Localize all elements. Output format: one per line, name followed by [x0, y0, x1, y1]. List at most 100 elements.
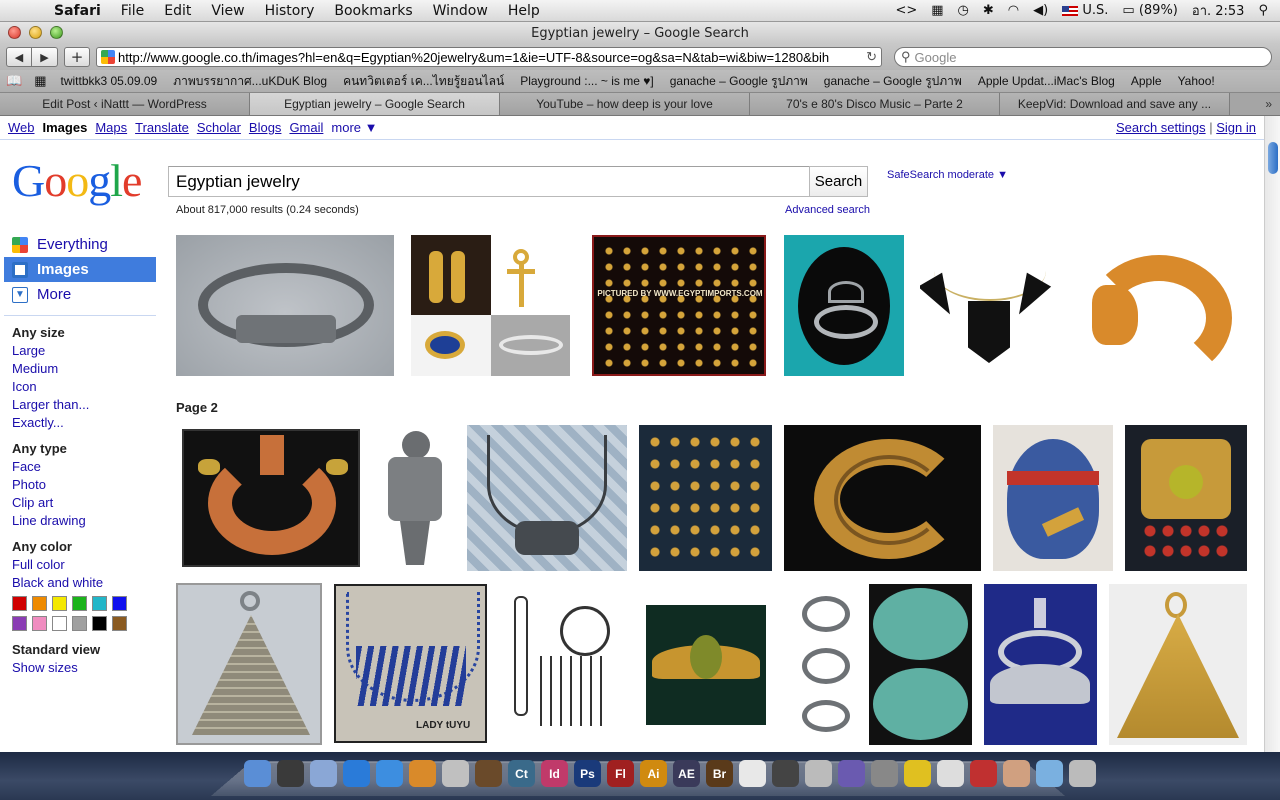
- script-menu-icon[interactable]: <>: [895, 3, 917, 18]
- gbar-blogs-link[interactable]: Blogs: [249, 120, 282, 135]
- menu-app-name[interactable]: Safari: [44, 3, 111, 19]
- textedit-icon[interactable]: [739, 760, 766, 787]
- hieroglyph-alphabet-charms-thumbnail[interactable]: PICTURED BY WWW.EGYPTIMPORTS.COM: [592, 235, 766, 376]
- eye-of-horus-rings-thumbnail[interactable]: [794, 586, 859, 742]
- ankh-charms-display-thumbnail[interactable]: [639, 425, 772, 571]
- show-sizes-link[interactable]: Show sizes: [12, 659, 156, 677]
- tab-wordpress[interactable]: Edit Post ‹ iNattt — WordPress: [0, 93, 250, 115]
- silver-chain-necklace-thumbnail[interactable]: [467, 425, 627, 571]
- color-swatch[interactable]: [92, 596, 107, 611]
- after-effects-icon[interactable]: AE: [673, 760, 700, 787]
- mail-icon[interactable]: [871, 760, 898, 787]
- gold-cartouche-ankh-collage-thumbnail[interactable]: [411, 235, 570, 376]
- indesign-icon[interactable]: Id: [541, 760, 568, 787]
- color-swatch[interactable]: [112, 596, 127, 611]
- gold-winged-scarab-thumbnail[interactable]: [646, 605, 766, 725]
- pencil-icon[interactable]: [1003, 760, 1030, 787]
- color-swatch[interactable]: [92, 616, 107, 631]
- flash-icon[interactable]: Fl: [607, 760, 634, 787]
- bookmark-item[interactable]: ganache – Google รูปภาพ: [816, 72, 970, 91]
- bookmark-item[interactable]: ภาพบรรยากาศ...uKDuK Blog: [165, 72, 335, 91]
- illustrator-icon[interactable]: Ai: [640, 760, 667, 787]
- photoshop-icon[interactable]: Ps: [574, 760, 601, 787]
- bookmark-item[interactable]: twittbkk3 05.09.09: [52, 74, 165, 88]
- bookmark-item[interactable]: Apple Updat...iMac's Blog: [970, 74, 1123, 88]
- time-machine-icon[interactable]: ◷: [958, 3, 969, 18]
- search-button[interactable]: Search: [809, 166, 868, 197]
- finder-icon[interactable]: [244, 760, 271, 787]
- color-swatch[interactable]: [32, 596, 47, 611]
- bookmark-item[interactable]: Playground :... ~ is me ♥]: [512, 74, 662, 88]
- advanced-search-link[interactable]: Advanced search: [785, 204, 870, 216]
- page-scrollbar[interactable]: [1264, 116, 1280, 752]
- trash-icon[interactable]: [1069, 760, 1096, 787]
- filter-color-bw[interactable]: Black and white: [12, 574, 156, 592]
- paint-icon[interactable]: [838, 760, 865, 787]
- gbar-gmail-link[interactable]: Gmail: [289, 120, 323, 135]
- turquoise-scarabs-thumbnail[interactable]: [869, 584, 972, 745]
- safesearch-dropdown[interactable]: SafeSearch moderate ▼: [887, 169, 1008, 181]
- close-window-button[interactable]: [8, 26, 21, 39]
- garageband-icon[interactable]: [475, 760, 502, 787]
- bluetooth-icon[interactable]: ✱: [983, 3, 994, 18]
- gbar-translate-link[interactable]: Translate: [135, 120, 189, 135]
- bridge-icon[interactable]: Br: [706, 760, 733, 787]
- eye-of-horus-earring-thumbnail[interactable]: [784, 235, 904, 376]
- forward-button[interactable]: ▶: [32, 47, 58, 67]
- broad-collar-necklace-thumbnail[interactable]: [182, 429, 360, 567]
- document-icon[interactable]: [937, 760, 964, 787]
- menu-edit[interactable]: Edit: [154, 3, 201, 19]
- sign-in-link[interactable]: Sign in: [1216, 120, 1256, 135]
- nav-everything[interactable]: Everything: [4, 232, 156, 257]
- nav-images[interactable]: Images: [4, 257, 156, 282]
- bookmark-item[interactable]: Apple: [1123, 74, 1170, 88]
- tab-overflow-icon[interactable]: »: [1230, 93, 1280, 115]
- scrollbar-thumb[interactable]: [1268, 142, 1278, 174]
- silver-winged-pendant-thumbnail[interactable]: [984, 584, 1097, 745]
- bird-icon[interactable]: [904, 760, 931, 787]
- gbar-more-link[interactable]: more ▼: [331, 120, 377, 135]
- color-swatch[interactable]: [72, 596, 87, 611]
- pewter-falcon-pendant-thumbnail[interactable]: [378, 425, 453, 571]
- folder-icon[interactable]: [1036, 760, 1063, 787]
- bookmark-item[interactable]: Yahoo!: [1170, 74, 1223, 88]
- zoom-window-button[interactable]: [50, 26, 63, 39]
- filter-size-large[interactable]: Large: [12, 342, 156, 360]
- imovie-icon[interactable]: [442, 760, 469, 787]
- silver-bracelet-thumbnail[interactable]: [176, 235, 394, 376]
- gold-pyramid-pendant-thumbnail[interactable]: [1109, 584, 1247, 745]
- menu-history[interactable]: History: [255, 3, 325, 19]
- color-swatch[interactable]: [12, 596, 27, 611]
- silver-pyramid-pendant-thumbnail[interactable]: [176, 583, 322, 745]
- volume-icon[interactable]: ◀): [1033, 3, 1048, 18]
- filter-size-medium[interactable]: Medium: [12, 360, 156, 378]
- color-swatch[interactable]: [52, 616, 67, 631]
- orange-collar-thumbnail[interactable]: [1080, 235, 1236, 376]
- filter-size-exactly[interactable]: Exactly...: [12, 414, 156, 432]
- itunes-icon[interactable]: [376, 760, 403, 787]
- filter-color-full[interactable]: Full color: [12, 556, 156, 574]
- color-swatch[interactable]: [12, 616, 27, 631]
- menu-bookmarks[interactable]: Bookmarks: [324, 3, 422, 19]
- spaces-icon[interactable]: ▦: [931, 3, 943, 18]
- google-logo[interactable]: Google: [12, 156, 142, 206]
- filter-type-photo[interactable]: Photo: [12, 476, 156, 494]
- stamp-icon[interactable]: [970, 760, 997, 787]
- menu-view[interactable]: View: [201, 3, 254, 19]
- filter-type-line-drawing[interactable]: Line drawing: [12, 512, 156, 530]
- filter-type-face[interactable]: Face: [12, 458, 156, 476]
- wifi-icon[interactable]: ◠: [1008, 3, 1019, 18]
- color-swatch[interactable]: [32, 616, 47, 631]
- minimize-window-button[interactable]: [29, 26, 42, 39]
- filter-size-larger-than[interactable]: Larger than...: [12, 396, 156, 414]
- tab-google-search[interactable]: Egyptian jewelry – Google Search: [250, 93, 500, 115]
- gbar-scholar-link[interactable]: Scholar: [197, 120, 241, 135]
- lapis-necklace-thumbnail[interactable]: LADY tUYU: [334, 584, 487, 743]
- color-swatch[interactable]: [112, 616, 127, 631]
- address-field[interactable]: http://www.google.co.th/images?hl=en&q=E…: [96, 47, 882, 67]
- bookmarks-book-icon[interactable]: 📖: [0, 73, 28, 89]
- safari-icon[interactable]: [343, 760, 370, 787]
- search-input[interactable]: Egyptian jewelry: [168, 166, 810, 197]
- top-sites-grid-icon[interactable]: ▦: [28, 73, 52, 89]
- spotlight-icon[interactable]: ⚲: [1258, 3, 1268, 18]
